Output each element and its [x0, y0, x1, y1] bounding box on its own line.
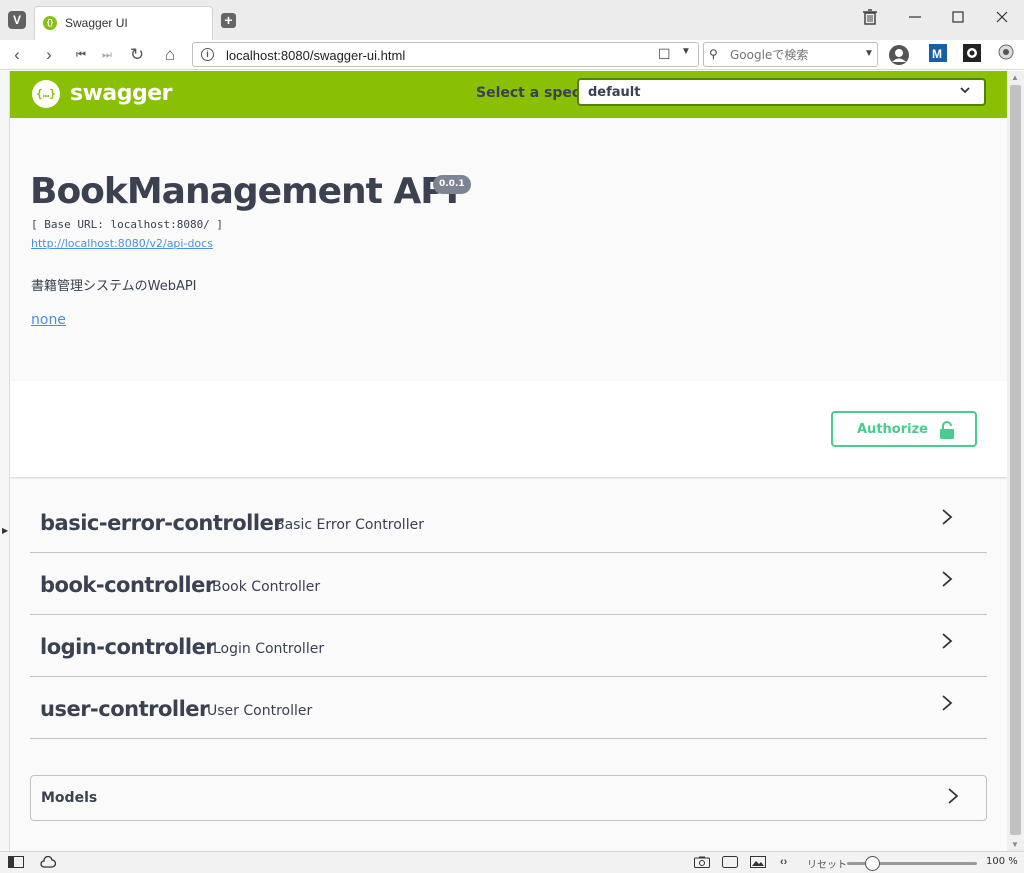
zoom-level: 100 % — [986, 856, 1018, 867]
authorize-button[interactable]: Authorize — [831, 411, 977, 447]
panel-toggle-gutter[interactable]: ▶ — [0, 71, 10, 851]
tag-description: Login Controller — [213, 641, 325, 657]
tab-title: Swagger UI — [65, 16, 128, 30]
zoom-slider-handle[interactable] — [865, 856, 880, 871]
close-icon[interactable] — [992, 9, 1012, 29]
bookmark-icon[interactable]: ☐ — [658, 46, 671, 63]
forward-icon[interactable]: › — [38, 44, 60, 66]
minimize-icon[interactable] — [905, 9, 925, 29]
schemes-container: Authorize — [10, 381, 1007, 477]
tag-description: User Controller — [207, 703, 313, 719]
version-badge: 0.0.1 — [433, 175, 471, 194]
vivaldi-menu-icon[interactable]: V — [8, 11, 26, 29]
swagger-logo-icon[interactable]: {…} — [32, 80, 60, 108]
chat-extension-icon[interactable] — [997, 44, 1017, 64]
chevron-right-icon[interactable] — [941, 508, 953, 531]
spec-select[interactable]: default — [577, 78, 986, 106]
spec-selected-value[interactable]: default — [588, 85, 640, 100]
url-dropdown-icon[interactable]: ▼ — [681, 46, 691, 57]
profile-icon[interactable] — [888, 44, 909, 65]
search-icon: ⚲ — [709, 47, 718, 61]
tag-description: Basic Error Controller — [275, 517, 424, 533]
swagger-favicon-icon: {} — [43, 16, 57, 30]
fast-forward-icon[interactable]: ⏭ — [96, 44, 118, 66]
tag-user-controller[interactable]: user-controller User Controller — [30, 677, 987, 739]
scrollbar-thumb[interactable] — [1010, 85, 1021, 835]
search-input[interactable] — [730, 46, 855, 64]
new-tab-button[interactable]: + — [221, 13, 236, 28]
zoom-reset-button[interactable]: リセット — [807, 856, 847, 871]
api-description: 書籍管理システムのWebAPI — [31, 279, 197, 294]
address-field[interactable]: i localhost:8080/swagger-ui.html ☐ ▼ — [192, 42, 699, 67]
tag-name[interactable]: user-controller — [40, 697, 209, 721]
api-info-section: BookManagement API 0.0.1 [ Base URL: loc… — [10, 118, 1007, 381]
search-field[interactable]: ⚲ ▼ — [703, 42, 878, 67]
panel-toggle-icon[interactable] — [8, 856, 24, 871]
tile-icon[interactable] — [722, 856, 738, 871]
cloud-sync-icon[interactable] — [40, 855, 57, 871]
tag-basic-error-controller[interactable]: basic-error-controller Basic Error Contr… — [30, 491, 987, 553]
back-icon[interactable]: ‹ — [6, 44, 28, 66]
tag-name[interactable]: login-controller — [40, 635, 216, 659]
tab-swagger-ui[interactable]: {} Swagger UI — [34, 6, 213, 40]
tag-book-controller[interactable]: book-controller Book Controller — [30, 553, 987, 615]
trash-icon[interactable] — [860, 9, 880, 31]
svg-text:M: M — [932, 47, 942, 61]
api-title: BookManagement API — [30, 171, 459, 212]
scroll-down-icon[interactable]: ▼ — [1011, 840, 1019, 849]
url-text[interactable]: localhost:8080/swagger-ui.html — [226, 48, 405, 63]
tag-login-controller[interactable]: login-controller Login Controller — [30, 615, 987, 677]
browser-window: V {} Swagger UI + ‹ › ⏮ ⏭ ↻ ⌂ i localhos… — [0, 0, 1024, 873]
chevron-right-icon[interactable] — [947, 787, 959, 810]
images-icon[interactable] — [750, 856, 766, 871]
swagger-logo-text[interactable]: swagger — [70, 81, 173, 106]
chevron-right-icon[interactable] — [941, 632, 953, 655]
swagger-page: {…} swagger Select a spec default BookMa… — [10, 71, 1007, 851]
capture-icon[interactable] — [694, 856, 710, 871]
select-spec-label: Select a spec — [476, 85, 581, 101]
tag-name[interactable]: basic-error-controller — [40, 511, 284, 535]
swagger-topbar: {…} swagger Select a spec default — [10, 71, 1007, 118]
authorize-label: Authorize — [857, 422, 928, 437]
contact-link[interactable]: none — [31, 312, 66, 328]
base-url: [ Base URL: localhost:8080/ ] — [31, 218, 224, 231]
maximize-icon[interactable] — [948, 9, 968, 29]
models-section[interactable]: Models — [30, 775, 987, 821]
tab-strip: V {} Swagger UI + — [0, 0, 1024, 40]
tag-description: Book Controller — [212, 579, 321, 595]
navigation-bar: ‹ › ⏮ ⏭ ↻ ⌂ i localhost:8080/swagger-ui.… — [0, 40, 1024, 70]
search-engine-dropdown-icon[interactable]: ▼ — [864, 48, 874, 59]
vertical-scrollbar[interactable]: ▲ ▼ — [1007, 71, 1024, 851]
rewind-icon[interactable]: ⏮ — [70, 44, 92, 66]
page-actions-icon[interactable]: ‹› — [780, 856, 787, 868]
chevron-right-icon[interactable] — [941, 570, 953, 593]
m-extension-icon[interactable]: M — [929, 44, 949, 64]
chevron-down-icon — [959, 84, 971, 99]
scroll-up-icon[interactable]: ▲ — [1011, 73, 1019, 82]
camera-extension-icon[interactable] — [963, 44, 983, 64]
home-icon[interactable]: ⌂ — [159, 44, 181, 66]
unlocked-lock-icon — [939, 421, 955, 439]
chevron-right-icon[interactable] — [941, 694, 953, 717]
models-title[interactable]: Models — [41, 790, 97, 806]
site-info-icon[interactable]: i — [201, 48, 214, 61]
reload-icon[interactable]: ↻ — [126, 44, 148, 66]
panel-expand-icon[interactable]: ▶ — [2, 526, 8, 535]
tag-name[interactable]: book-controller — [40, 573, 215, 597]
api-docs-link[interactable]: http://localhost:8080/v2/api-docs — [31, 237, 213, 250]
status-bar: ‹› リセット 100 % — [0, 851, 1024, 873]
